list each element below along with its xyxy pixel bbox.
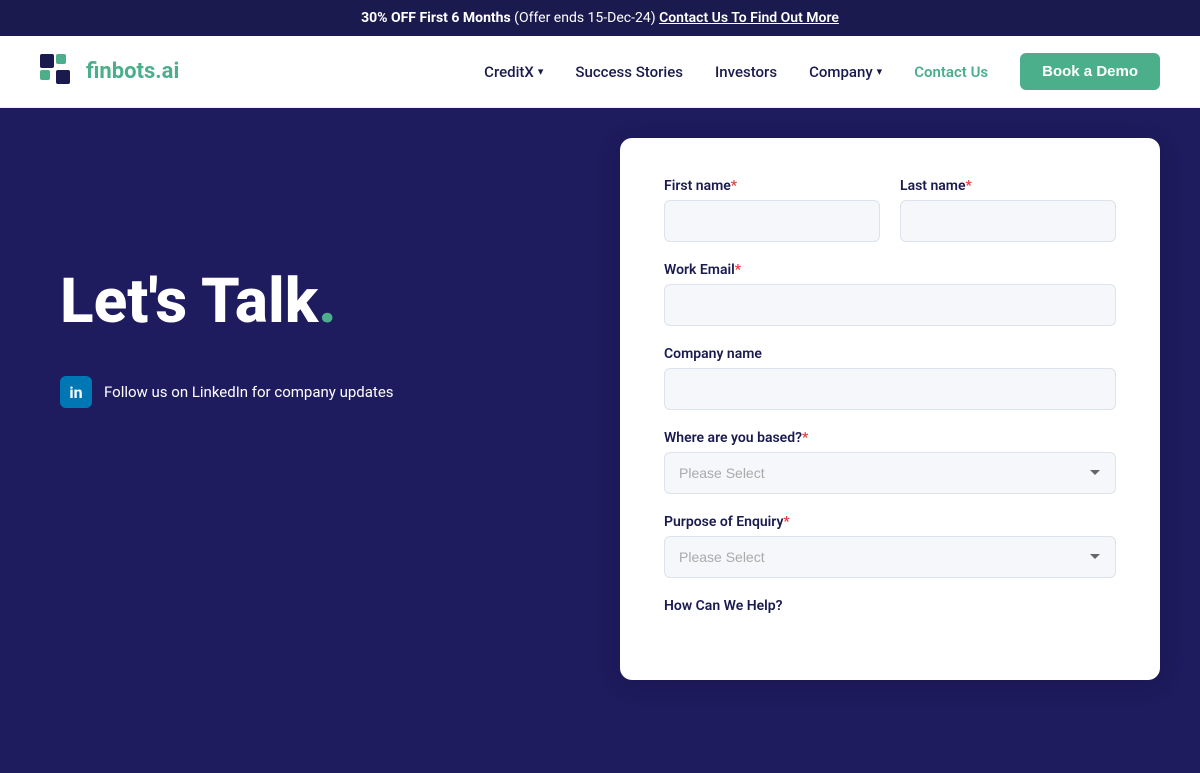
required-marker: * xyxy=(735,262,741,278)
required-marker: * xyxy=(731,178,737,194)
enquiry-group: Purpose of Enquiry* Please Select xyxy=(664,514,1116,578)
logo-icon xyxy=(40,54,76,90)
hero-title: Let's Talk. xyxy=(60,268,560,336)
nav-success-stories[interactable]: Success Stories xyxy=(575,63,683,81)
required-marker: * xyxy=(966,178,972,194)
linkedin-icon: in xyxy=(60,376,92,408)
last-name-label: Last name* xyxy=(900,178,1116,194)
logo-text: finbots.ai xyxy=(86,59,179,84)
hero-dot: . xyxy=(318,265,336,338)
contact-form: First name* Last name* Work Email* Compa… xyxy=(620,138,1160,680)
name-row: First name* Last name* xyxy=(664,178,1116,242)
location-group: Where are you based?* Please Select xyxy=(664,430,1116,494)
email-label: Work Email* xyxy=(664,262,1116,278)
nav-contact-us[interactable]: Contact Us xyxy=(914,63,988,81)
book-demo-button[interactable]: Book a Demo xyxy=(1020,53,1160,90)
company-label: Company name xyxy=(664,346,1116,362)
location-label: Where are you based?* xyxy=(664,430,1116,446)
required-marker: * xyxy=(783,514,789,530)
required-marker: * xyxy=(802,430,808,446)
linkedin-section[interactable]: in Follow us on LinkedIn for company upd… xyxy=(60,376,560,408)
chevron-down-icon: ▾ xyxy=(538,65,544,78)
chevron-down-icon-company: ▾ xyxy=(877,65,883,78)
main-content: Let's Talk. in Follow us on LinkedIn for… xyxy=(0,108,1200,773)
company-input[interactable] xyxy=(664,368,1116,410)
nav-creditx[interactable]: CreditX ▾ xyxy=(484,63,543,81)
last-name-group: Last name* xyxy=(900,178,1116,242)
email-input[interactable] xyxy=(664,284,1116,326)
header: finbots.ai CreditX ▾ Success Stories Inv… xyxy=(0,36,1200,108)
enquiry-label: Purpose of Enquiry* xyxy=(664,514,1116,530)
banner-link[interactable]: Contact Us To Find Out More xyxy=(659,10,839,26)
company-group: Company name xyxy=(664,346,1116,410)
banner-regular-text: (Offer ends 15-Dec-24) xyxy=(514,10,659,26)
linkedin-text: Follow us on LinkedIn for company update… xyxy=(104,383,394,401)
help-label: How Can We Help? xyxy=(664,598,1116,614)
nav-company[interactable]: Company ▾ xyxy=(809,63,882,81)
email-group: Work Email* xyxy=(664,262,1116,326)
hero-section: Let's Talk. in Follow us on LinkedIn for… xyxy=(0,108,620,468)
first-name-group: First name* xyxy=(664,178,880,242)
help-group: How Can We Help? xyxy=(664,598,1116,620)
main-nav: CreditX ▾ Success Stories Investors Comp… xyxy=(484,53,1160,90)
banner-bold-text: 30% OFF First 6 Months xyxy=(361,10,511,26)
top-banner: 30% OFF First 6 Months (Offer ends 15-De… xyxy=(0,0,1200,36)
first-name-input[interactable] xyxy=(664,200,880,242)
last-name-input[interactable] xyxy=(900,200,1116,242)
logo[interactable]: finbots.ai xyxy=(40,54,179,90)
location-select[interactable]: Please Select xyxy=(664,452,1116,494)
nav-investors[interactable]: Investors xyxy=(715,63,777,81)
enquiry-select[interactable]: Please Select xyxy=(664,536,1116,578)
first-name-label: First name* xyxy=(664,178,880,194)
